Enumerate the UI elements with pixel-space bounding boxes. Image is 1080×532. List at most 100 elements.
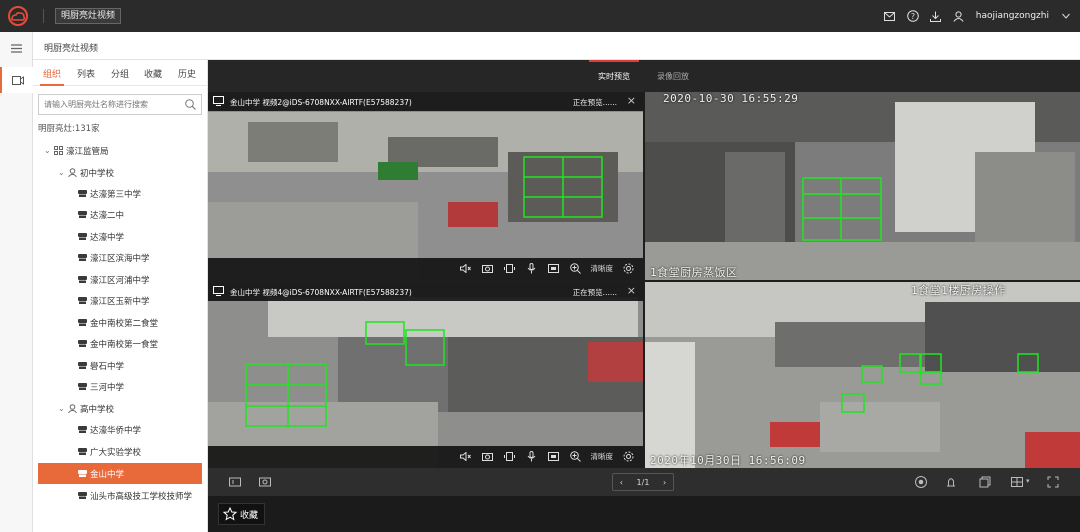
chevron-left-icon[interactable]: ‹	[620, 478, 623, 487]
chevron-down-icon[interactable]: ▾	[1026, 477, 1030, 485]
tab-org[interactable]: 组织	[43, 67, 61, 80]
tree-leaf-node[interactable]: 濠江区滨海中学	[78, 247, 150, 268]
settings-gear-icon[interactable]	[622, 262, 635, 275]
camera-icon	[213, 286, 224, 296]
org-grid-icon	[54, 146, 63, 155]
tab-live-preview[interactable]: 实时预览	[598, 71, 630, 82]
tree-leaf-node[interactable]: 达濠第三中学	[78, 183, 141, 204]
tree-leaf-node[interactable]: 金中南校第一食堂	[78, 333, 158, 354]
quality-button[interactable]: 清晰度	[591, 263, 614, 274]
tile-controls: 清晰度	[208, 258, 643, 280]
tree-leaf-node[interactable]: 三河中学	[78, 376, 124, 397]
device-icon	[78, 383, 87, 390]
device-icon	[78, 211, 87, 218]
mute-icon[interactable]	[459, 262, 472, 275]
chevron-down-icon[interactable]	[1060, 10, 1072, 22]
tree-leaf-node[interactable]: 濠江区河浦中学	[78, 269, 150, 290]
osd-location: 1食堂1楼厨房操作	[911, 284, 1006, 297]
tab-group[interactable]: 分组	[111, 67, 129, 80]
group-person-icon	[68, 168, 77, 177]
tree-leaf-node[interactable]: 广大实验学校	[78, 441, 141, 462]
video-tile-1[interactable]: 金山中学 视频2@iDS-6708NXX-AIRTF(E57588237) 正在…	[208, 92, 643, 280]
tour-icon[interactable]	[914, 475, 928, 489]
tab-history[interactable]: 历史	[178, 67, 196, 80]
app-title-button[interactable]: 明厨亮灶视频	[55, 8, 122, 24]
tree-leaf-node[interactable]: 金中南校第二食堂	[78, 312, 158, 333]
alarm-icon[interactable]	[944, 475, 958, 489]
device-icon	[78, 470, 87, 477]
top-bar: 明厨亮灶视频 ? haojiangzongzhi	[0, 0, 1080, 32]
divider	[43, 9, 44, 23]
tile-header: 金山中学 视频2@iDS-6708NXX-AIRTF(E57588237) 正在…	[208, 92, 643, 111]
pager: ‹ 1/1 ›	[612, 473, 674, 491]
settings-gear-icon[interactable]	[622, 450, 635, 463]
window-copy-icon[interactable]	[978, 475, 992, 489]
username[interactable]: haojiangzongzhi	[976, 11, 1049, 21]
record-icon[interactable]	[503, 262, 516, 275]
tree-leaf-node[interactable]: 达濠华侨中学	[78, 419, 141, 440]
tree-group-node[interactable]: ⌄ 高中学校	[58, 398, 114, 419]
fullscreen-icon[interactable]	[547, 262, 560, 275]
tree-node-label: 礐石中学	[90, 361, 125, 372]
tab-list[interactable]: 列表	[77, 67, 95, 80]
tree-node-label: 达濠华侨中学	[90, 425, 142, 436]
capture-all-icon[interactable]	[258, 475, 272, 489]
video-nav-button[interactable]	[0, 67, 33, 93]
tree-leaf-node[interactable]: 礐石中学	[78, 355, 124, 376]
tab-favorites[interactable]: 收藏	[144, 67, 162, 80]
quality-button[interactable]: 清晰度	[591, 451, 614, 462]
chevron-down-icon[interactable]: ⌄	[58, 168, 68, 177]
microphone-icon[interactable]	[525, 450, 538, 463]
favorite-button[interactable]: 收藏	[218, 503, 266, 525]
search-box	[38, 94, 202, 115]
tree-node-label: 三河中学	[90, 382, 125, 393]
tree-node-label: 达濠二中	[90, 210, 125, 221]
snapshot-icon[interactable]	[481, 262, 494, 275]
tree-node-label: 达濠第三中学	[90, 189, 142, 200]
grid-control-bar: ‹ 1/1 › ▾	[208, 468, 1080, 496]
snapshot-icon[interactable]	[481, 450, 494, 463]
search-input[interactable]	[39, 95, 179, 114]
tree-leaf-node[interactable]: 达濠二中	[78, 204, 124, 225]
close-icon[interactable]: ×	[627, 284, 636, 297]
tree-leaf-node-selected[interactable]: 金山中学	[38, 463, 202, 484]
layout-grid-icon[interactable]	[1010, 475, 1024, 489]
chevron-down-icon[interactable]: ⌄	[58, 404, 68, 413]
user-icon[interactable]	[953, 10, 965, 22]
menu-toggle-button[interactable]	[0, 35, 33, 61]
tree-node-label: 濠江区河浦中学	[90, 275, 150, 286]
tree-leaf-node[interactable]: 濠江区玉新中学	[78, 290, 150, 311]
tree-leaf-node[interactable]: 达濠中学	[78, 226, 124, 247]
tree-node-label: 初中学校	[80, 168, 115, 179]
device-icon	[78, 426, 87, 433]
close-icon[interactable]: ×	[627, 94, 636, 107]
microphone-icon[interactable]	[525, 262, 538, 275]
tree-leaf-node[interactable]: 汕头市高级技工学校技师学	[78, 485, 192, 506]
video-tile-2[interactable]: 2020-10-30 16:55:29 1食堂厨房蒸饭区	[645, 92, 1080, 280]
kitchen-count: 明厨亮灶:131家	[38, 124, 100, 134]
zoom-icon[interactable]	[569, 450, 582, 463]
tree-root-node[interactable]: ⌄ 濠江监管局	[44, 140, 109, 161]
device-icon	[78, 276, 87, 283]
chevron-down-icon[interactable]: ⌄	[44, 146, 54, 155]
download-icon[interactable]	[930, 10, 942, 22]
chevron-right-icon[interactable]: ›	[663, 478, 666, 487]
tree-node-label: 金中南校第二食堂	[90, 318, 159, 329]
zoom-icon[interactable]	[569, 262, 582, 275]
fullscreen-icon[interactable]	[547, 450, 560, 463]
search-icon[interactable]	[185, 99, 196, 110]
video-main-area: 实时预览 录像回放 金山中学 视频2@iDS-6708NXX-AIRTF(E57…	[208, 60, 1080, 532]
active-tab-indicator	[40, 84, 64, 86]
tab-playback[interactable]: 录像回放	[657, 71, 689, 82]
favorite-label: 收藏	[240, 510, 259, 521]
video-tile-3[interactable]: 金山中学 视频4@iDS-6708NXX-AIRTF(E57588237) 正在…	[208, 282, 643, 468]
mute-icon[interactable]	[459, 450, 472, 463]
video-camera-icon	[11, 75, 24, 85]
tree-group-node[interactable]: ⌄ 初中学校	[58, 162, 114, 183]
mail-icon[interactable]	[884, 10, 896, 22]
record-icon[interactable]	[503, 450, 516, 463]
help-icon[interactable]: ?	[906, 10, 919, 22]
video-tile-4[interactable]: 1食堂1楼厨房操作 2020年10月30日 16:56:09	[645, 282, 1080, 468]
fullscreen-expand-icon[interactable]	[1046, 475, 1060, 489]
stop-all-icon[interactable]	[228, 475, 242, 489]
